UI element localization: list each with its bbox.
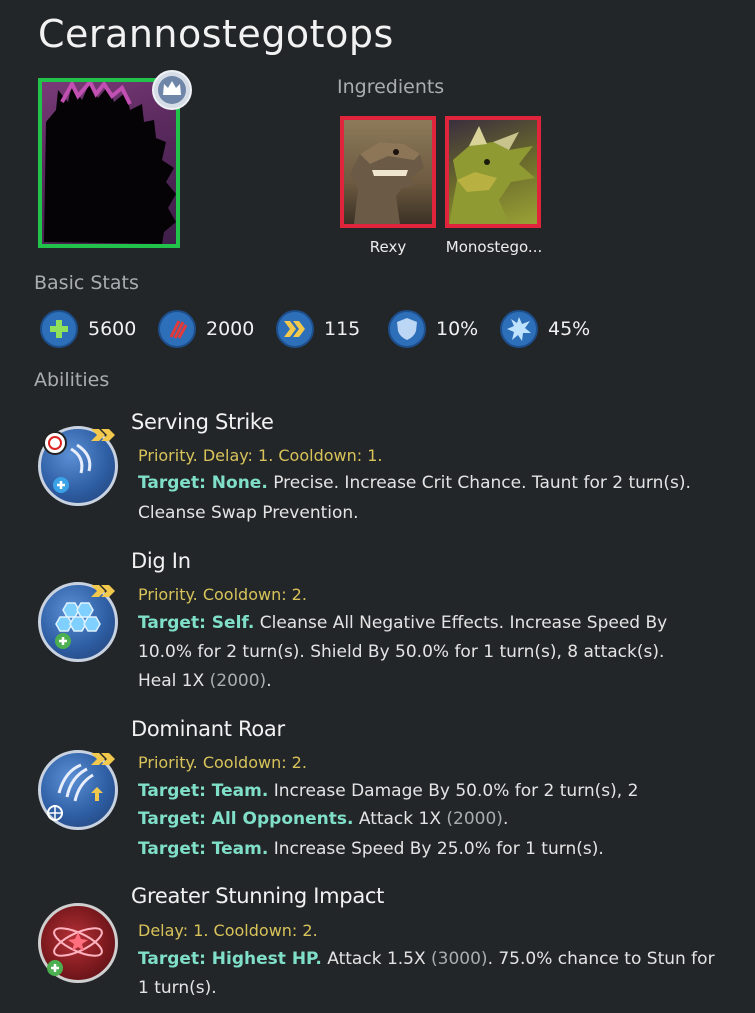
ability-text: Increase Damage By 50.0% for 2 turn(s), … (268, 781, 639, 801)
damage-claw-icon (158, 310, 196, 348)
stat-damage-value: 2000 (206, 318, 255, 340)
stat-damage: 2000 (158, 310, 254, 348)
stat-health: 5600 (40, 310, 136, 348)
stat-armor-value: 10% (436, 318, 479, 340)
creature-title: Cerannostegotops (38, 12, 394, 56)
ability-value: (3000) (431, 949, 488, 969)
ability-name: Serving Strike (131, 410, 274, 434)
ability-meta: Delay: 1. Cooldown: 2. (138, 921, 318, 940)
ability-line: Cleanse Swap Prevention. (138, 499, 728, 528)
ability-target: Target: Team. (138, 781, 269, 801)
monostego-portrait (449, 126, 535, 224)
speed-chevrons-icon (276, 310, 314, 348)
ability-text: Attack 1.5X (321, 949, 432, 969)
ingredient-name-rexy: Rexy (369, 238, 407, 256)
armor-shield-icon (388, 310, 426, 348)
ability-text: 1 turn(s). (138, 978, 217, 998)
ability-icon-dig-in[interactable] (38, 582, 118, 662)
ability-icon-greater-stunning-impact[interactable] (38, 903, 118, 983)
crit-burst-icon (500, 310, 538, 348)
ability-text: Precise. Increase Crit Chance. Taunt for… (267, 473, 691, 493)
ability-text: . (502, 809, 509, 829)
ingredient-name-monostego: Monostego... (445, 238, 543, 256)
abilities-label: Abilities (34, 369, 110, 391)
stat-crit-value: 45% (548, 318, 591, 340)
ability-text: Cleanse All Negative Effects. Increase S… (254, 613, 668, 633)
ability-line: Heal 1X (2000). (138, 667, 728, 696)
ability-icon-dominant-roar[interactable] (38, 750, 118, 830)
stat-speed-value: 115 (324, 318, 361, 340)
ability-line: Target: Highest HP. Attack 1.5X (3000). … (138, 945, 728, 974)
stat-crit: 45% (500, 310, 590, 348)
ability-text: Increase Speed By 25.0% for 1 turn(s). (268, 839, 604, 859)
rexy-portrait (350, 142, 424, 224)
ability-target: Target: None. (138, 473, 268, 493)
ability-line: Target: All Opponents. Attack 1X (2000). (138, 805, 728, 834)
ability-meta: Priority. Delay: 1. Cooldown: 1. (138, 446, 383, 465)
ability-line: Target: Team. Increase Damage By 50.0% f… (138, 777, 728, 806)
health-plus-icon (40, 310, 78, 348)
stat-armor: 10% (388, 310, 478, 348)
rarity-badge-icon (152, 70, 192, 110)
ability-line: 10.0% for 2 turn(s). Shield By 50.0% for… (138, 638, 728, 667)
ability-meta: Priority. Cooldown: 2. (138, 753, 307, 772)
ability-target: Target: Self. (138, 613, 255, 633)
ability-meta: Priority. Cooldown: 2. (138, 585, 307, 604)
stat-speed: 115 (276, 310, 360, 348)
ingredient-card-monostego[interactable] (445, 116, 541, 228)
ability-target: Target: All Opponents. (138, 809, 354, 829)
ability-text: Attack 1X (353, 809, 447, 829)
ability-line: 1 turn(s). (138, 974, 728, 1003)
ability-text: . 75.0% chance to Stun for (487, 949, 715, 969)
stat-health-value: 5600 (88, 318, 137, 340)
ability-name: Greater Stunning Impact (131, 884, 385, 908)
ability-value: (2000) (209, 671, 267, 691)
ability-target: Target: Team. (138, 839, 269, 859)
ability-line: Target: Self. Cleanse All Negative Effec… (138, 609, 728, 638)
ability-text: Cleanse Swap Prevention. (138, 503, 359, 523)
ability-line: Target: None. Precise. Increase Crit Cha… (138, 469, 728, 498)
ability-icon-serving-strike[interactable] (38, 426, 118, 506)
basic-stats-label: Basic Stats (34, 272, 139, 294)
ability-name: Dig In (131, 549, 191, 573)
ability-name: Dominant Roar (131, 717, 285, 741)
ability-text: 10.0% for 2 turn(s). Shield By 50.0% for… (138, 642, 665, 662)
ingredients-label: Ingredients (337, 76, 445, 98)
ability-value: (2000) (446, 809, 503, 829)
ability-line: Target: Team. Increase Speed By 25.0% fo… (138, 835, 728, 864)
ingredient-card-rexy[interactable] (340, 116, 436, 228)
ability-text: . (266, 671, 272, 691)
ability-text: Heal 1X (138, 671, 210, 691)
ability-target: Target: Highest HP. (138, 949, 322, 969)
